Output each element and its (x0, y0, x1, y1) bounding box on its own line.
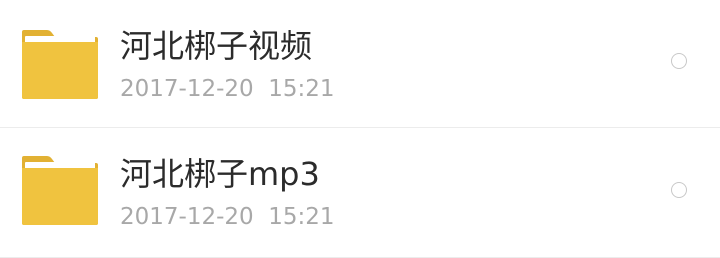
file-name: 河北梆子视频 (120, 27, 313, 65)
file-modified-date: 2017-12-20 15:21 (120, 76, 335, 102)
file-row[interactable]: 河北梆子mp3 2017-12-20 15:21 (0, 128, 720, 258)
select-radio[interactable] (671, 53, 687, 69)
folder-icon (20, 154, 100, 227)
file-row[interactable]: 河北梆子视频 2017-12-20 15:21 (0, 0, 720, 128)
folder-icon (20, 28, 100, 101)
file-modified-date: 2017-12-20 15:21 (120, 204, 335, 230)
file-name: 河北梆子mp3 (120, 155, 320, 193)
file-list: 河北梆子视频 2017-12-20 15:21 河北梆子mp3 2017-12-… (0, 0, 720, 258)
select-radio[interactable] (671, 182, 687, 198)
